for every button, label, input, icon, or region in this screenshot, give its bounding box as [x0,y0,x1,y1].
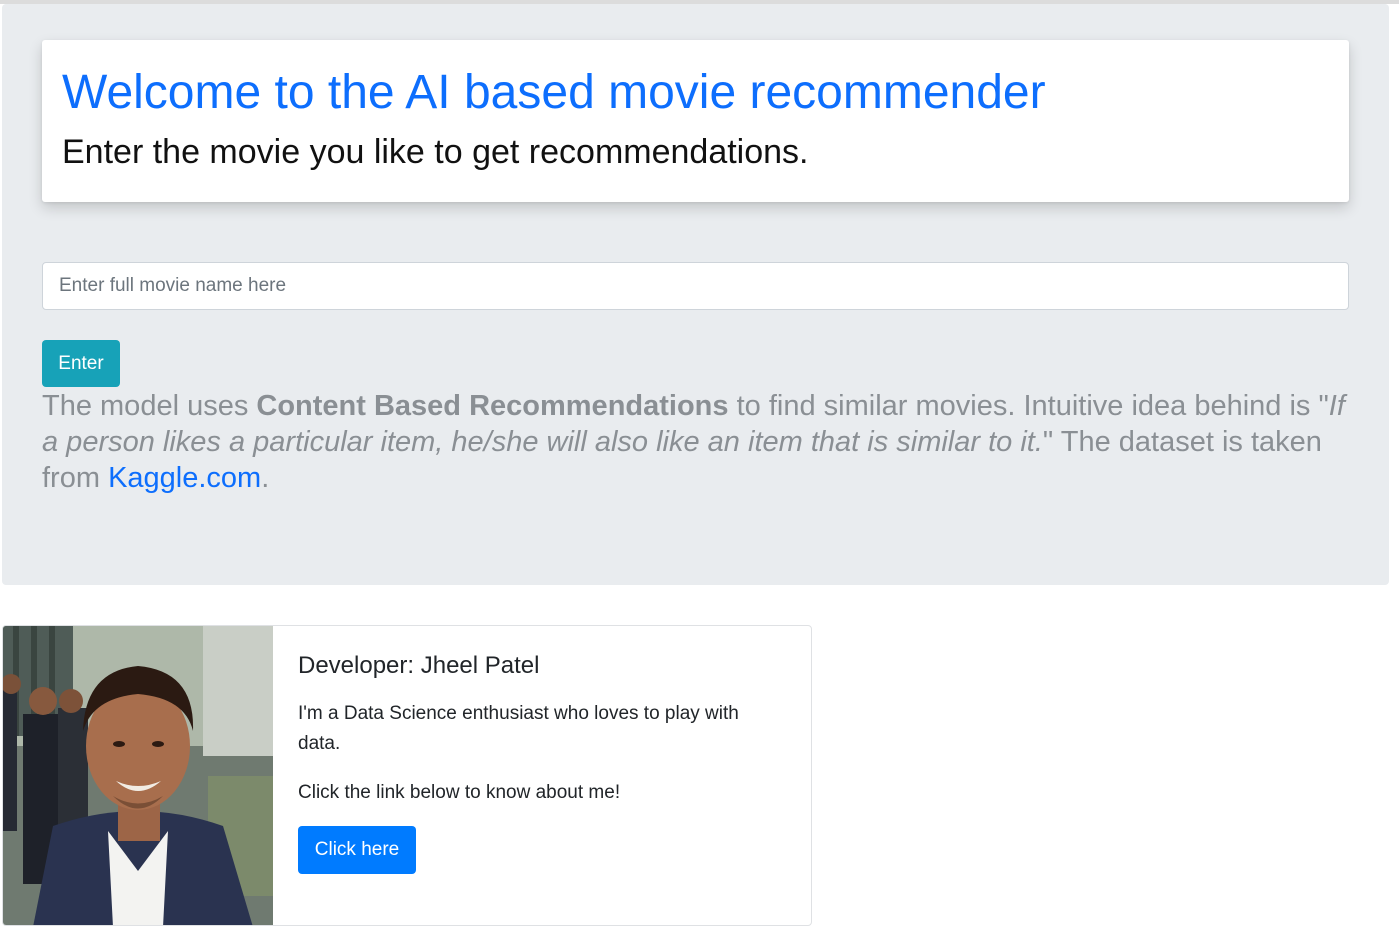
developer-cta-text: Click the link below to know about me! [298,782,621,803]
developer-title: Developer: Jheel Patel [298,652,540,679]
jumbotron: Welcome to the AI based movie recommende… [2,4,1389,585]
description-bold: Content Based Recommendations [256,390,729,422]
developer-photo [3,626,273,925]
description-text-1: The model uses [42,390,257,422]
page-subtitle: Enter the movie you like to get recommen… [62,133,809,171]
description-text-4: . [261,462,270,494]
about-me-button[interactable]: Click here [298,826,416,874]
developer-bio: I'm a Data Science enthusiast who loves … [298,703,739,754]
developer-card: Developer: Jheel Patel I'm a Data Scienc… [2,625,812,926]
page-title: Welcome to the AI based movie recommende… [62,66,1046,119]
movie-search-input[interactable] [42,262,1349,310]
kaggle-link[interactable]: Kaggle.com [108,462,261,494]
model-description: The model uses Content Based Recommendat… [42,388,1352,496]
header-card: Welcome to the AI based movie recommende… [42,40,1349,202]
enter-button[interactable]: Enter [42,340,120,387]
description-text-2: to find similar movies. Intuitive idea b… [728,390,1329,422]
